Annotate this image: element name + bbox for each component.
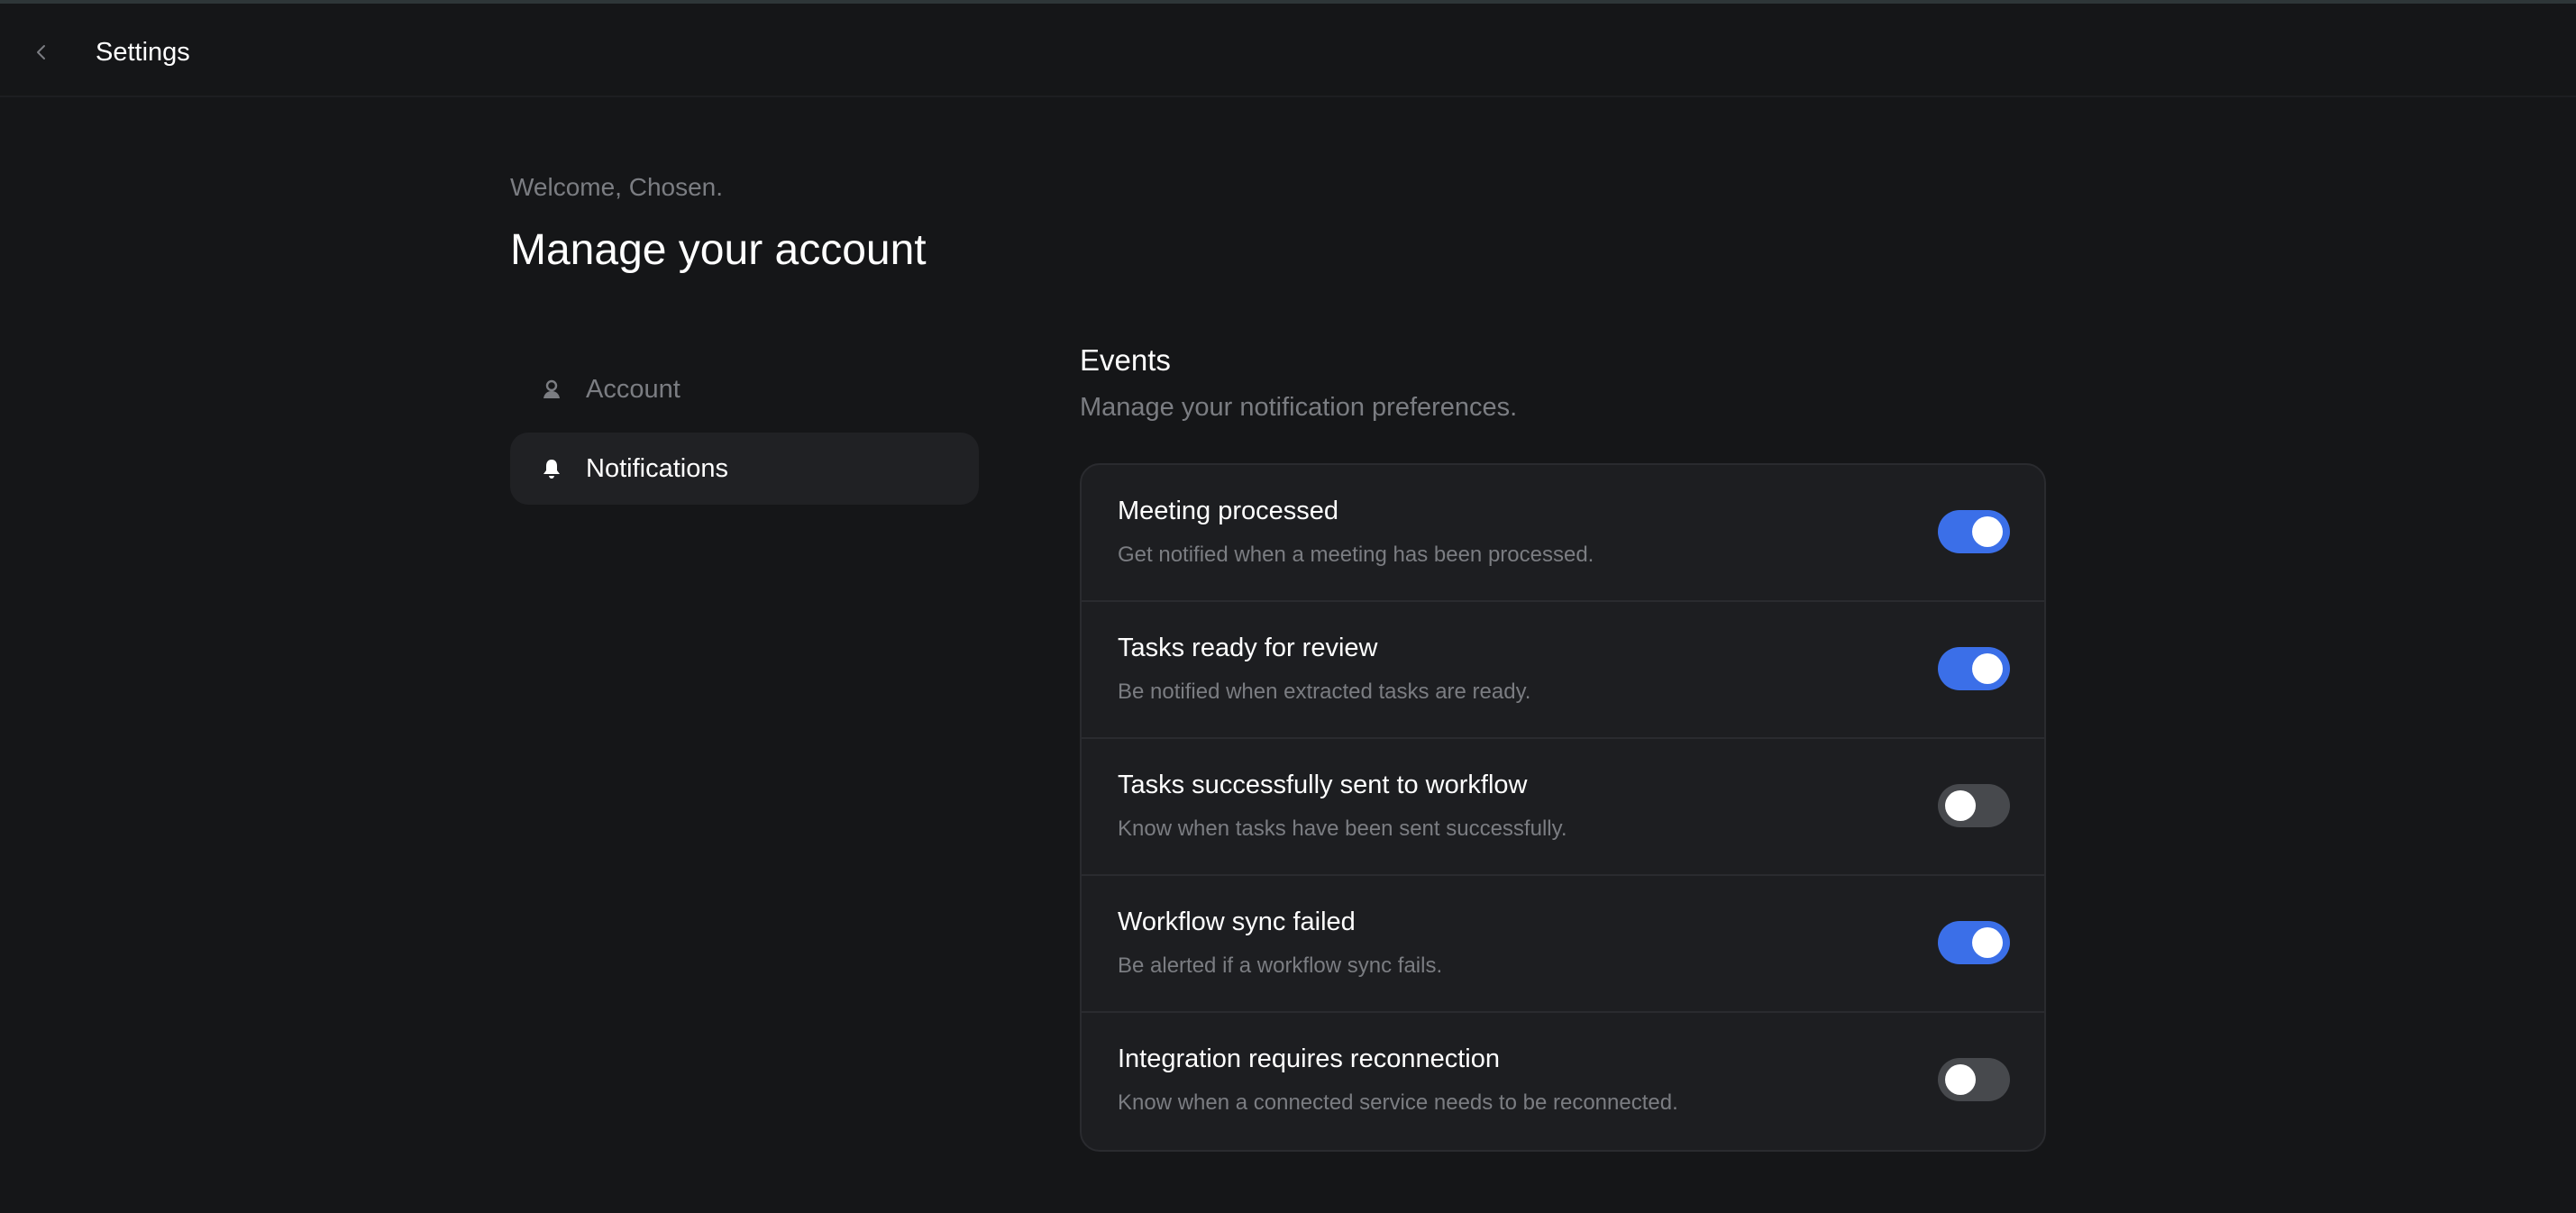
back-button[interactable] [25, 36, 58, 68]
event-description: Know when tasks have been sent successfu… [1118, 816, 1567, 841]
page-title: Manage your account [510, 226, 927, 274]
sidebar-item-label: Notifications [586, 453, 728, 483]
event-description: Be alerted if a workflow sync fails. [1118, 953, 1443, 978]
events-card: Meeting processed Get notified when a me… [1080, 463, 2046, 1152]
event-title: Integration requires reconnection [1118, 1044, 1500, 1073]
section-description: Manage your notification preferences. [1080, 393, 1518, 422]
user-icon [539, 377, 564, 402]
sidebar-item-notifications[interactable]: Notifications [510, 433, 979, 505]
section-title: Events [1080, 343, 1171, 377]
toggle-knob [1972, 927, 2003, 958]
event-description: Be notified when extracted tasks are rea… [1118, 679, 1531, 704]
toggle-knob [1972, 516, 2003, 547]
event-title: Tasks successfully sent to workflow [1118, 771, 1528, 799]
chevron-left-icon [37, 45, 45, 59]
reconnection-toggle[interactable] [1938, 1058, 2010, 1101]
event-title: Meeting processed [1118, 497, 1339, 525]
event-row-meeting-processed: Meeting processed Get notified when a me… [1082, 465, 2044, 602]
toggle-knob [1945, 1064, 1976, 1095]
event-row-reconnection: Integration requires reconnection Know w… [1082, 1013, 2044, 1150]
sidebar-item-label: Account [586, 374, 681, 404]
toggle-knob [1945, 790, 1976, 821]
tasks-sent-toggle[interactable] [1938, 784, 2010, 827]
header-title: Settings [96, 38, 190, 67]
tasks-ready-toggle[interactable] [1938, 647, 2010, 690]
event-title: Tasks ready for review [1118, 634, 1378, 662]
event-row-tasks-sent: Tasks successfully sent to workflow Know… [1082, 739, 2044, 876]
event-title: Workflow sync failed [1118, 907, 1356, 936]
event-row-sync-failed: Workflow sync failed Be alerted if a wor… [1082, 876, 2044, 1013]
sidebar-item-account[interactable]: Account [510, 353, 979, 425]
header-bar: Settings [0, 4, 2576, 97]
welcome-text: Welcome, Chosen. [510, 173, 724, 201]
event-description: Know when a connected service needs to b… [1118, 1090, 1678, 1115]
bell-icon [539, 456, 564, 481]
meeting-processed-toggle[interactable] [1938, 510, 2010, 553]
toggle-knob [1972, 653, 2003, 684]
event-description: Get notified when a meeting has been pro… [1118, 543, 1594, 567]
event-row-tasks-ready: Tasks ready for review Be notified when … [1082, 602, 2044, 739]
sync-failed-toggle[interactable] [1938, 921, 2010, 964]
